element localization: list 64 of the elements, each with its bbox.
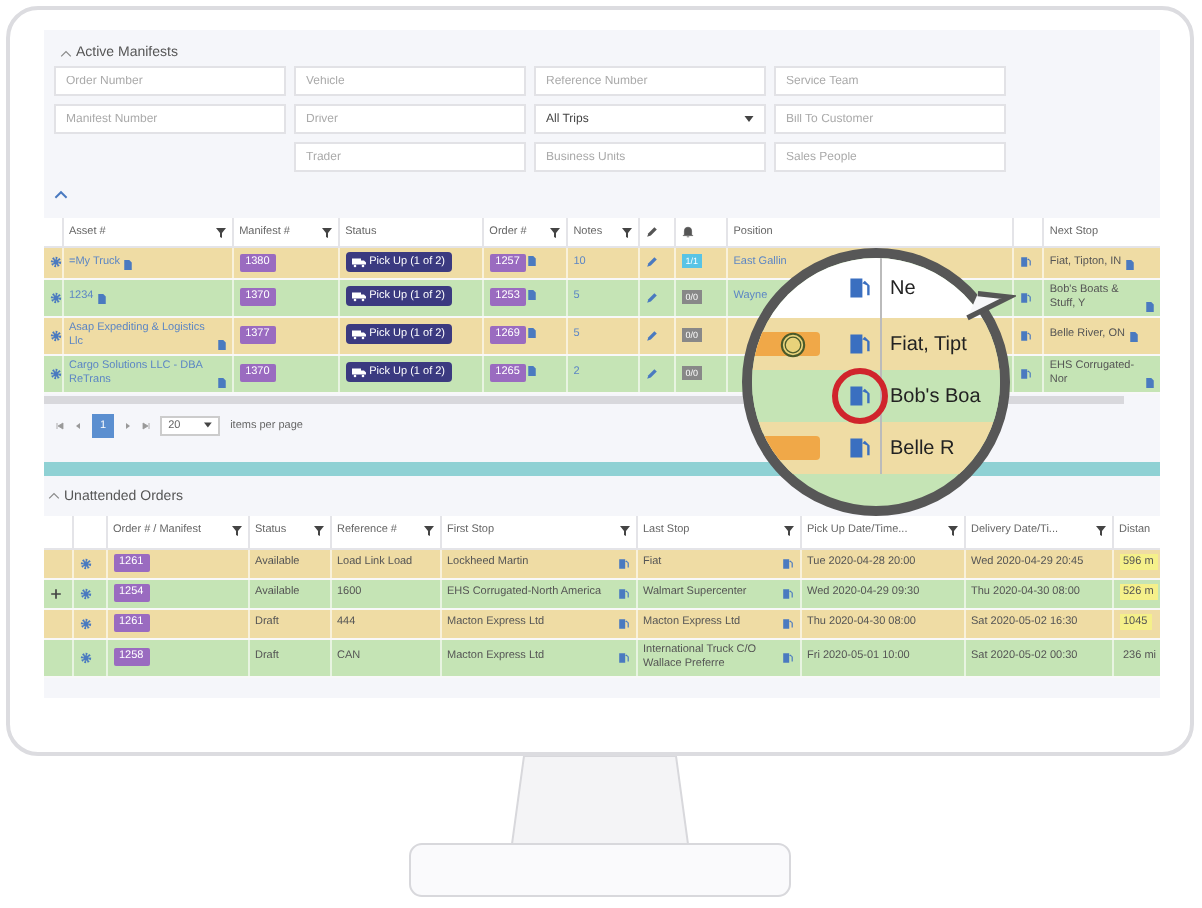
next-stop: Belle R bbox=[888, 437, 955, 459]
gear-icon[interactable] bbox=[50, 329, 62, 341]
fuel-pump-icon[interactable] bbox=[1019, 329, 1032, 341]
gear-icon[interactable] bbox=[79, 587, 91, 599]
filter-icon[interactable] bbox=[215, 227, 226, 237]
gear-icon[interactable] bbox=[79, 617, 91, 629]
fuel-pump-icon[interactable] bbox=[1019, 256, 1032, 269]
fuel-pump-icon[interactable] bbox=[1019, 291, 1032, 303]
fuel-pump-icon[interactable] bbox=[848, 332, 872, 356]
collapse-icon[interactable] bbox=[54, 190, 68, 200]
gear-icon[interactable] bbox=[50, 367, 62, 379]
pencil-icon[interactable] bbox=[645, 329, 658, 341]
truck-icon bbox=[351, 257, 366, 267]
document-icon[interactable] bbox=[217, 339, 226, 349]
next-stop: Ne bbox=[888, 277, 916, 299]
filter-icon[interactable] bbox=[947, 526, 957, 536]
document-icon[interactable] bbox=[1129, 332, 1137, 342]
filter-icon[interactable] bbox=[231, 526, 241, 536]
document-icon[interactable] bbox=[1125, 259, 1134, 270]
fuel-pump-icon[interactable] bbox=[848, 436, 872, 460]
fuel-pump-icon[interactable] bbox=[781, 617, 793, 629]
dropdown-arrow-icon bbox=[204, 422, 213, 428]
filter-icon[interactable] bbox=[313, 526, 323, 536]
pencil-icon[interactable] bbox=[645, 367, 658, 379]
fuel-pump-icon[interactable] bbox=[617, 617, 629, 629]
fuel-pump-icon[interactable] bbox=[1019, 367, 1032, 379]
fuel-pump-icon[interactable] bbox=[781, 651, 793, 663]
fuel-pump-icon[interactable] bbox=[781, 587, 793, 599]
gear-icon[interactable] bbox=[50, 256, 62, 269]
pencil-icon bbox=[645, 226, 658, 238]
fuel-pump-icon[interactable] bbox=[848, 276, 872, 300]
filter-icon[interactable] bbox=[549, 227, 560, 237]
pencil-icon[interactable] bbox=[645, 291, 658, 303]
bell-icon bbox=[681, 226, 694, 238]
document-icon[interactable] bbox=[97, 294, 106, 304]
gear-icon[interactable] bbox=[50, 291, 62, 303]
filter-icon[interactable] bbox=[783, 526, 793, 536]
caret-up-icon bbox=[60, 49, 72, 57]
last-page-icon[interactable] bbox=[142, 421, 151, 429]
dropdown-arrow-icon bbox=[744, 116, 754, 122]
first-page-icon[interactable] bbox=[56, 421, 64, 429]
fuel-pump-icon[interactable] bbox=[781, 557, 793, 569]
filter-icon[interactable] bbox=[621, 227, 632, 237]
document-icon[interactable] bbox=[1146, 377, 1154, 387]
filter-icon[interactable] bbox=[321, 227, 332, 237]
filter-icon[interactable] bbox=[423, 526, 433, 536]
fuel-pump-icon[interactable] bbox=[617, 587, 629, 599]
caret-up-icon bbox=[48, 492, 60, 500]
plus-icon[interactable] bbox=[50, 587, 62, 599]
next-stop: Fiat, Tipt bbox=[888, 333, 967, 355]
document-icon[interactable] bbox=[217, 377, 226, 387]
filter-icon[interactable] bbox=[1095, 526, 1105, 536]
pencil-icon[interactable] bbox=[645, 256, 658, 269]
gear-icon[interactable] bbox=[79, 557, 91, 569]
truck-icon bbox=[351, 291, 366, 302]
truck-icon bbox=[351, 329, 366, 340]
gear-icon[interactable] bbox=[79, 651, 91, 663]
fuel-pump-icon[interactable] bbox=[617, 557, 629, 569]
filter-icon[interactable] bbox=[619, 526, 629, 536]
truck-icon bbox=[351, 367, 366, 378]
document-icon[interactable] bbox=[124, 259, 133, 270]
document-icon[interactable] bbox=[1146, 301, 1154, 311]
fuel-pump-icon[interactable] bbox=[617, 651, 629, 663]
previous-page-icon[interactable] bbox=[74, 421, 82, 429]
